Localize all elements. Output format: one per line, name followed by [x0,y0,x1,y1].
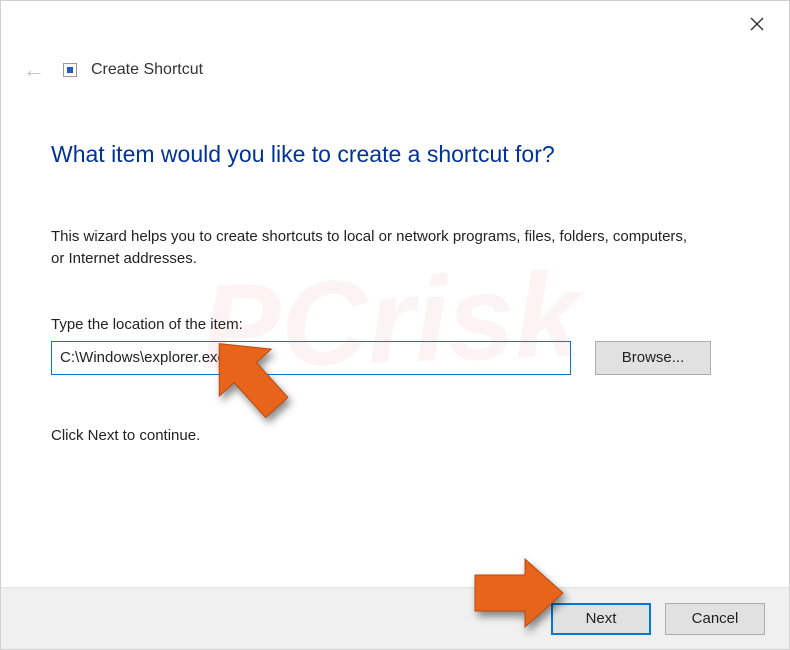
description-text: This wizard helps you to create shortcut… [51,226,691,270]
location-label: Type the location of the item: [51,316,739,333]
dialog-content: What item would you like to create a sho… [1,83,789,444]
dialog-title: Create Shortcut [91,61,203,79]
browse-button[interactable]: Browse... [595,341,711,375]
titlebar [1,1,789,49]
input-row: Browse... [51,341,739,375]
dialog-window: ← Create Shortcut PCrisk What item would… [0,0,790,650]
cancel-button[interactable]: Cancel [665,603,765,635]
next-button[interactable]: Next [551,603,651,635]
header-row: ← Create Shortcut [1,49,789,83]
close-icon [750,17,764,31]
back-arrow-icon: ← [19,57,49,83]
shortcut-icon [63,63,77,77]
continue-text: Click Next to continue. [51,427,739,444]
heading: What item would you like to create a sho… [51,141,739,168]
footer: Next Cancel [1,587,789,649]
close-button[interactable] [737,9,777,39]
location-input[interactable] [51,341,571,375]
